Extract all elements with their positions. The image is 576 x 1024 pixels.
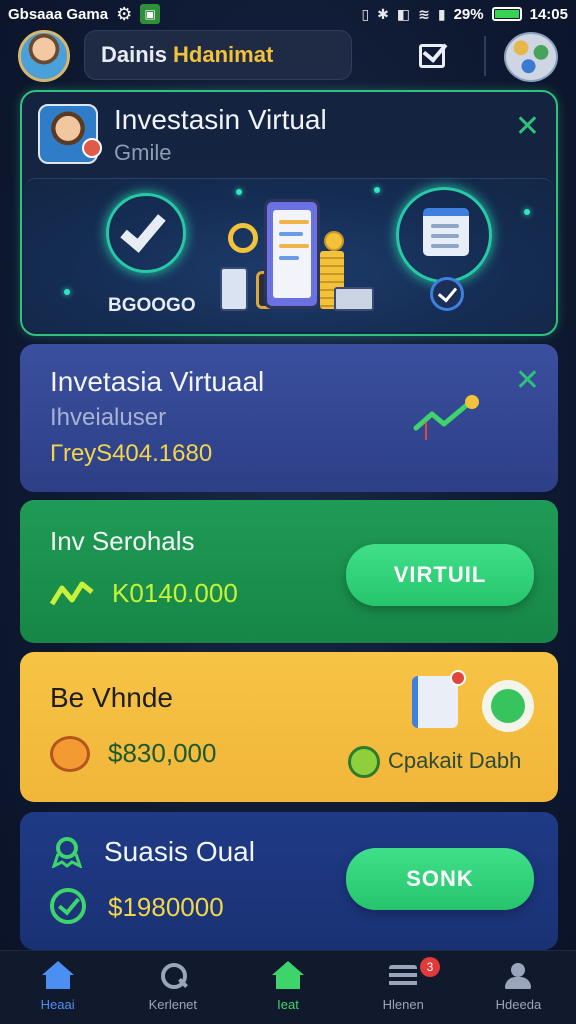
status-app-name: Gbsaaa Gama: [8, 5, 109, 23]
check-circle-icon: [50, 888, 86, 924]
card-link[interactable]: Cpakait Dabh: [388, 748, 521, 774]
nav-list[interactable]: Hlenen: [346, 951, 461, 1024]
game-avatar[interactable]: [504, 32, 558, 82]
virtual-button[interactable]: VIRTUIL: [346, 544, 534, 606]
header-title-part1: Dainis: [101, 42, 168, 67]
signal-icon: ▮: [437, 5, 446, 22]
trend-up-icon: [413, 395, 479, 440]
user-icon: [502, 963, 534, 989]
app-header: Dainis Hdanimat: [0, 30, 576, 82]
app-notification-icon: ▣: [140, 4, 161, 24]
laptop-icon: [334, 287, 374, 311]
close-icon[interactable]: ✕: [515, 366, 540, 396]
card-title: Suasis Oual: [104, 836, 255, 867]
status-bar: Gbsaaa Gama ⚙ ▣ ▯ ✱ ◧ ≋ ▮ 29% 14:05: [0, 0, 576, 28]
checklist-icon: [419, 44, 445, 68]
document-icon[interactable]: [412, 670, 466, 728]
wifi-icon: ≋: [418, 5, 430, 22]
battery-percent: 29%: [453, 5, 484, 23]
sparkle-icon: [64, 289, 70, 295]
list-icon: [387, 963, 419, 989]
bluetooth-icon: ✱: [377, 5, 389, 22]
badge-icon: [51, 837, 83, 868]
status-card[interactable]: Suasis Oual $1980000 SONK: [20, 812, 558, 950]
card-amount: ГrеуS404.1680: [50, 440, 213, 467]
card-amount: $830,000: [108, 738, 217, 768]
tablet-icon: [220, 267, 248, 311]
nav-label: Ieat: [277, 997, 299, 1012]
magnifier-icon: [228, 223, 258, 253]
check-ring-icon: [106, 193, 186, 273]
hero-amount: BGOOGO: [108, 295, 196, 316]
card-title: Invetasia Virtuaal: [50, 366, 265, 397]
card-title: Inv Serohals: [50, 526, 195, 556]
checklist-button[interactable]: [414, 38, 450, 74]
phone-icon: [264, 199, 320, 309]
header-title: Dainis Hdanimat: [84, 30, 352, 80]
cash-icon[interactable]: [482, 680, 534, 732]
card-amount: K0140.000: [112, 578, 238, 608]
hero-illustration: BGOOGO: [24, 178, 554, 332]
clipboard-ring-icon: [396, 187, 492, 283]
bonus-card[interactable]: Be Vhnde $830,000 Cpakait Dabh: [20, 652, 558, 802]
vibrate-icon: ▯: [361, 5, 370, 22]
nav-label: Hlenen: [382, 997, 424, 1012]
gear-icon: ⚙: [116, 3, 133, 24]
refresh-icon: [348, 746, 380, 778]
header-title-part2: Hdanimat: [173, 42, 274, 67]
check-circle-icon: [430, 277, 464, 311]
home-icon: [272, 961, 304, 989]
card-amount: $1980000: [108, 892, 224, 922]
sparkle-icon: [374, 187, 380, 193]
chart-up-icon: [50, 581, 94, 606]
clock: 14:05: [529, 5, 568, 23]
nfc-icon: ◧: [396, 5, 411, 22]
sonk-button[interactable]: SONK: [346, 848, 534, 910]
hero-avatar-badge: [82, 138, 102, 158]
hero-subtitle: Gmile: [114, 140, 172, 165]
services-card[interactable]: Inv Serohals K0140.000 VIRTUIL: [20, 500, 558, 643]
notification-badge: 3: [420, 957, 440, 977]
close-icon[interactable]: ✕: [515, 112, 540, 142]
nav-search[interactable]: Kerlenet: [115, 951, 230, 1024]
search-icon: [157, 963, 189, 989]
sparkle-icon: [236, 189, 242, 195]
nav-center[interactable]: Ieat: [230, 951, 345, 1024]
nav-label: Heaai: [40, 997, 75, 1012]
hero-title: Investasin Virtual: [114, 104, 327, 135]
hero-card[interactable]: Investasin Virtual Gmile ✕ BGOOGO: [20, 90, 558, 336]
profile-avatar[interactable]: [18, 30, 70, 82]
battery-icon: [491, 7, 522, 21]
hero-avatar: [38, 104, 102, 164]
nav-label: Hdeeda: [495, 997, 542, 1012]
card-subtitle: Ihveialuser: [50, 404, 167, 431]
nav-home[interactable]: Heaai: [0, 951, 115, 1024]
mascot-icon: [50, 736, 90, 772]
home-icon: [41, 961, 74, 989]
nav-label: Kerlenet: [148, 997, 198, 1012]
card-title: Be Vhnde: [50, 682, 173, 713]
coin-icon: [324, 231, 344, 251]
header-divider: [484, 36, 486, 76]
bottom-navigation: Heaai Kerlenet Ieat Hlenen Hdeeda 3: [0, 950, 576, 1024]
virtual-investment-card[interactable]: Invetasia Virtuaal Ihveialuser ГrеуS404.…: [20, 344, 558, 492]
sparkle-icon: [524, 209, 530, 215]
nav-profile[interactable]: Hdeeda: [461, 951, 576, 1024]
